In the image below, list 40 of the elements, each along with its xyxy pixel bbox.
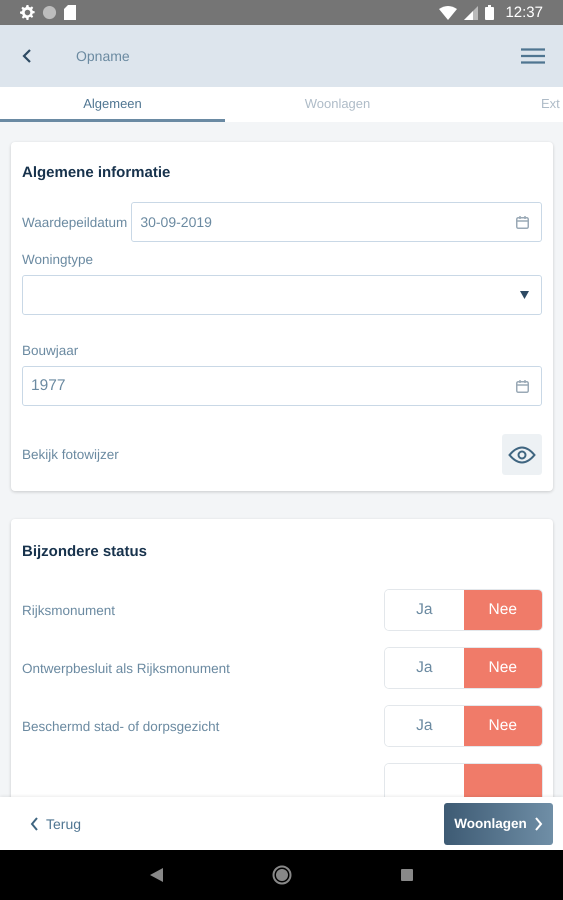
- dropdown-field[interactable]: [22, 275, 542, 315]
- circle-icon: [42, 5, 57, 20]
- gear-icon: [20, 5, 35, 20]
- back-link[interactable]: Terug: [30, 816, 82, 832]
- field-label: Ontwerpbesluit als Rijksmonument: [22, 660, 230, 676]
- next-button[interactable]: Woonlagen: [444, 802, 553, 844]
- section-title: Bijzondere status: [22, 543, 148, 560]
- section-title: Algemene informatie: [22, 164, 172, 181]
- field-label: Bouwjaar: [22, 343, 80, 358]
- date-field[interactable]: 30-09-2019: [131, 202, 542, 242]
- calendar-icon: [516, 216, 529, 228]
- tab[interactable]: Algemeen: [0, 87, 225, 122]
- sd-card-icon: [64, 5, 76, 20]
- wifi-icon: [439, 6, 458, 20]
- toggle-option[interactable]: Nee: [464, 590, 542, 630]
- dropdown-arrow-icon: [520, 291, 529, 299]
- field-label: Bekijk fotowijzer: [22, 447, 119, 462]
- field-label: Beschermd stad- of dorpsgezicht: [22, 718, 220, 734]
- field-label: Waardepeildatum: [22, 214, 128, 230]
- chevron-right-icon: [534, 816, 543, 830]
- chevron-left-icon: [30, 816, 39, 830]
- page-title: Opname: [76, 48, 131, 64]
- clock: 12:37: [505, 4, 543, 21]
- back-nav-icon[interactable]: [150, 868, 163, 882]
- eye-icon: [508, 446, 536, 464]
- chevron-left-icon: [22, 48, 32, 64]
- signal-icon: [464, 6, 478, 20]
- field-label: Woningtype: [22, 252, 94, 267]
- field-label: Rijksmonument: [22, 602, 116, 618]
- view-button[interactable]: [502, 434, 542, 475]
- toggle-option[interactable]: Nee: [464, 706, 542, 746]
- battery-icon: [485, 5, 494, 20]
- toggle-option[interactable]: [464, 764, 542, 797]
- tab[interactable]: Ext: [450, 87, 563, 122]
- home-nav-icon[interactable]: [272, 865, 292, 885]
- tab[interactable]: Woonlagen: [225, 87, 450, 122]
- recents-nav-icon[interactable]: [401, 869, 414, 881]
- toggle-option[interactable]: Nee: [464, 648, 542, 688]
- calendar-icon: [516, 380, 529, 392]
- year-field[interactable]: 1977: [22, 366, 542, 406]
